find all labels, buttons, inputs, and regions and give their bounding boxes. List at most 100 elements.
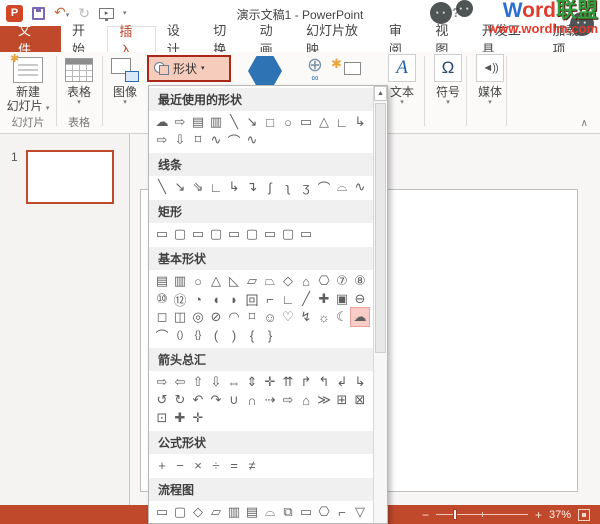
shape-item[interactable]: ◇ (279, 272, 297, 290)
shape-item[interactable]: ⑧ (351, 272, 369, 290)
shape-item[interactable]: ⌓ (333, 178, 351, 196)
shape-item[interactable]: ○ (279, 113, 297, 131)
shape-item[interactable]: △ (315, 113, 333, 131)
new-slide-button[interactable]: ✱ 新建 幻灯片 ▾ (2, 54, 54, 114)
shape-item[interactable]: ⧉ (279, 503, 297, 521)
redo-icon[interactable]: ↻ (78, 6, 90, 20)
shape-item[interactable]: ∟ (333, 113, 351, 131)
help-icon[interactable]: ? (452, 5, 460, 20)
shape-item[interactable]: ∟ (279, 290, 297, 308)
shape-item[interactable]: ⌐ (333, 503, 351, 521)
shape-item[interactable]: ✛ (189, 409, 207, 427)
shape-item[interactable]: 回 (243, 290, 261, 308)
shape-item[interactable]: ▽ (351, 503, 369, 521)
dropdown-scrollbar[interactable]: ▲ (373, 86, 387, 523)
shape-item[interactable]: ⑦ (333, 272, 351, 290)
shape-item[interactable]: ʒ (297, 178, 315, 196)
shape-item[interactable]: ↲ (333, 373, 351, 391)
shape-item[interactable]: ○ (153, 521, 171, 524)
shape-item[interactable]: ⌑ (189, 131, 207, 149)
fit-slide-to-window-icon[interactable] (578, 508, 590, 521)
shape-item[interactable]: ⇨ (153, 131, 171, 149)
shape-item[interactable]: ▢ (171, 225, 189, 243)
slide-thumbnail[interactable] (26, 150, 114, 204)
photo-album-icon[interactable]: ✱ (331, 56, 361, 82)
zoom-slider[interactable] (435, 509, 528, 520)
shape-item[interactable]: ◖ (333, 521, 351, 524)
shape-item[interactable]: ▢ (207, 225, 225, 243)
shape-item[interactable]: ∿ (207, 131, 225, 149)
shape-item[interactable]: ╲ (153, 178, 171, 196)
shape-item[interactable]: ◗ (225, 290, 243, 308)
shape-item[interactable]: ∿ (243, 131, 261, 149)
shape-item[interactable]: ✚ (171, 409, 189, 427)
start-slideshow-icon[interactable]: ▸ (98, 7, 114, 21)
shape-item[interactable]: ✚ (315, 290, 333, 308)
scrollbar-thumb[interactable] (375, 103, 386, 353)
shape-item[interactable]: ↳ (225, 178, 243, 196)
shape-item[interactable]: ▭ (153, 503, 171, 521)
shape-item[interactable]: + (153, 456, 171, 474)
shape-item[interactable]: ⌒ (225, 131, 243, 149)
shape-item[interactable]: ∟ (207, 178, 225, 196)
powerpoint-logo-icon[interactable]: P (6, 4, 23, 22)
shape-item[interactable]: ◈ (279, 521, 297, 523)
tab-file[interactable]: 文件 (0, 23, 62, 57)
shape-item[interactable]: × (189, 456, 207, 474)
shape-item[interactable]: ⌂ (297, 272, 315, 290)
shape-item[interactable]: ⊞ (333, 391, 351, 409)
shape-item[interactable]: ▥ (207, 113, 225, 131)
text-button[interactable]: A 文本 ▾ (382, 54, 422, 106)
shape-item[interactable]: ⊖ (351, 290, 369, 308)
shape-item[interactable]: ⇦ (171, 373, 189, 391)
shapes-button[interactable]: 形状 ▾ (147, 55, 231, 82)
shape-item[interactable]: ▭ (261, 225, 279, 243)
shape-item[interactable]: ↘ (243, 113, 261, 131)
shape-item[interactable]: ⇨ (153, 373, 171, 391)
shape-item[interactable]: ⊗ (225, 521, 243, 523)
shape-item[interactable]: ↶ (189, 391, 207, 409)
shape-item[interactable]: ∩ (243, 391, 261, 409)
shape-item[interactable]: ⑩ (153, 290, 171, 308)
shape-item[interactable]: ▥ (171, 272, 189, 290)
shape-item[interactable]: ↳ (351, 373, 369, 391)
scroll-up-icon[interactable]: ▲ (374, 86, 387, 101)
shape-item[interactable]: ▤ (243, 503, 261, 521)
shape-item[interactable]: () (171, 326, 189, 344)
tab-开发工具[interactable]: 开发工具 (471, 23, 542, 57)
shape-item[interactable]: ▭ (297, 113, 315, 131)
shape-item[interactable]: ⌑ (243, 308, 261, 326)
shape-item[interactable]: ⏢ (261, 272, 279, 290)
image-button[interactable]: 图像 ▾ (104, 54, 146, 106)
shape-item[interactable]: ╲ (225, 113, 243, 131)
tab-加载项[interactable]: 加载项 (541, 23, 600, 57)
shape-item[interactable]: ▣ (333, 290, 351, 308)
shape-item[interactable]: ⌐ (261, 290, 279, 308)
shape-item[interactable]: ▤ (189, 113, 207, 131)
shape-item[interactable]: ▢ (243, 225, 261, 243)
shape-item[interactable]: ◖ (207, 290, 225, 308)
shape-item[interactable]: { (243, 326, 261, 344)
shape-item[interactable]: ♡ (279, 308, 297, 326)
shape-item[interactable]: ↻ (171, 391, 189, 409)
shape-item[interactable]: ▢ (171, 503, 189, 521)
shape-item[interactable]: ÷ (207, 456, 225, 474)
shape-item[interactable]: ▤ (153, 272, 171, 290)
shape-item[interactable]: {} (189, 326, 207, 344)
shape-item[interactable]: ▥ (225, 503, 243, 521)
hyperlink-globe-icon[interactable]: ⊕ ∞ (303, 56, 327, 84)
shape-item[interactable]: ≠ (243, 456, 261, 474)
shape-item[interactable]: ⌂ (297, 391, 315, 409)
shape-item[interactable]: ↳ (351, 113, 369, 131)
shape-item[interactable]: ∪ (225, 391, 243, 409)
shape-item[interactable]: ▢ (279, 225, 297, 243)
shape-item[interactable]: ⇕ (243, 373, 261, 391)
shape-item[interactable]: ʃ (261, 178, 279, 196)
shape-item[interactable]: ↺ (153, 391, 171, 409)
shape-item[interactable]: } (261, 326, 279, 344)
shape-item[interactable]: = (225, 456, 243, 474)
shape-item[interactable]: ▽ (315, 521, 333, 523)
shape-item[interactable]: ⇔ (225, 373, 243, 391)
tab-插入[interactable]: 插入 (107, 24, 156, 58)
shape-item[interactable]: ⋈ (261, 521, 279, 523)
